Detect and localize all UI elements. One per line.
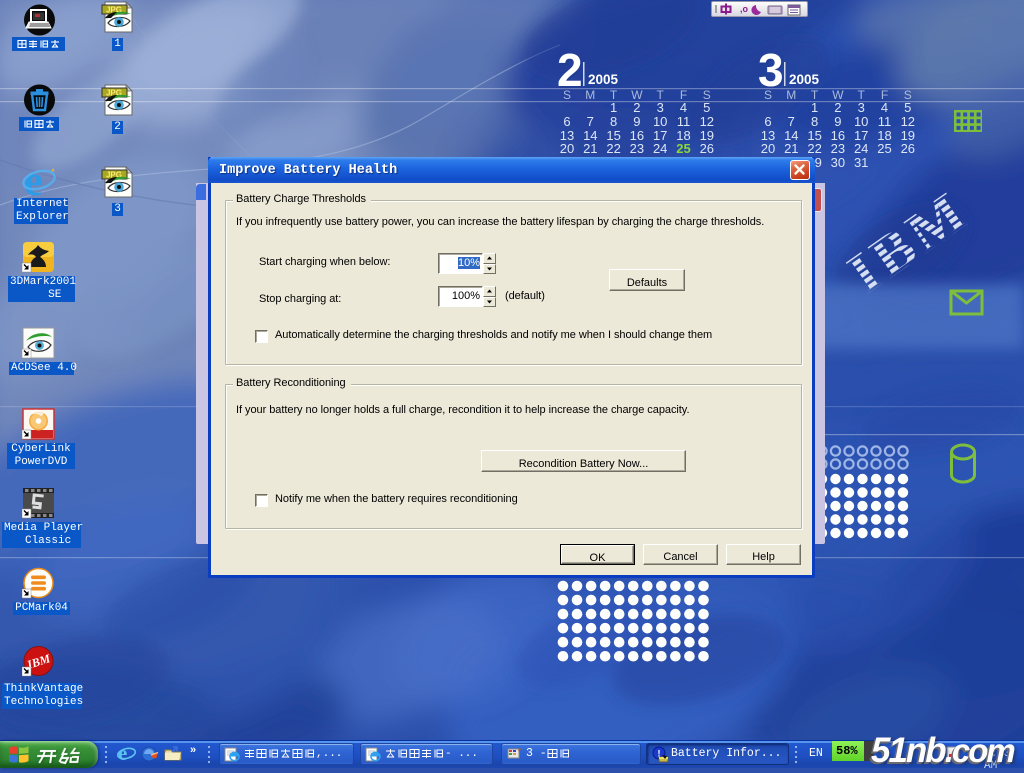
svg-text:3: 3 <box>657 100 664 115</box>
svg-text:12: 12 <box>700 114 714 129</box>
svg-text:20: 20 <box>761 141 775 156</box>
svg-text:2: 2 <box>834 100 841 115</box>
svg-text:2005: 2005 <box>588 72 619 87</box>
svg-text:8: 8 <box>610 114 617 129</box>
svg-text:5: 5 <box>703 100 710 115</box>
svg-text:10: 10 <box>653 114 667 129</box>
svg-text:22: 22 <box>807 141 821 156</box>
svg-text:24: 24 <box>653 141 667 156</box>
svg-text:4: 4 <box>680 100 687 115</box>
svg-text:23: 23 <box>831 141 845 156</box>
svg-text:24: 24 <box>854 141 868 156</box>
svg-text:7: 7 <box>788 114 795 129</box>
svg-text:M: M <box>786 88 796 102</box>
svg-text:7: 7 <box>587 114 594 129</box>
svg-text:21: 21 <box>583 141 597 156</box>
svg-text:21: 21 <box>784 141 798 156</box>
svg-text:26: 26 <box>901 141 915 156</box>
svg-text:26: 26 <box>700 141 714 156</box>
svg-text:9: 9 <box>633 114 640 129</box>
svg-text:4: 4 <box>881 100 888 115</box>
svg-text:1: 1 <box>610 100 617 115</box>
svg-text:2005: 2005 <box>789 72 820 87</box>
svg-text:6: 6 <box>764 114 771 129</box>
svg-text:5: 5 <box>904 100 911 115</box>
svg-text:10: 10 <box>854 114 868 129</box>
svg-text:11: 11 <box>878 114 892 129</box>
svg-text:M: M <box>585 88 595 102</box>
svg-text:6: 6 <box>563 114 570 129</box>
svg-text:20: 20 <box>560 141 574 156</box>
svg-text:23: 23 <box>630 141 644 156</box>
svg-text:1: 1 <box>811 100 818 115</box>
svg-text:9: 9 <box>834 114 841 129</box>
svg-text:25: 25 <box>877 141 891 156</box>
svg-text:S: S <box>563 88 571 102</box>
svg-text:30: 30 <box>831 155 845 170</box>
svg-text:e: e <box>118 744 127 763</box>
svg-text:,o: ,o <box>740 4 749 14</box>
svg-text:12: 12 <box>901 114 915 129</box>
svg-text:8: 8 <box>811 114 818 129</box>
svg-text:3: 3 <box>858 100 865 115</box>
svg-text:25: 25 <box>676 141 690 156</box>
svg-text:11: 11 <box>677 114 691 129</box>
svg-text:31: 31 <box>854 155 868 170</box>
svg-text:2: 2 <box>633 100 640 115</box>
svg-text:e: e <box>24 165 43 197</box>
svg-text:S: S <box>764 88 772 102</box>
svg-text:22: 22 <box>606 141 620 156</box>
